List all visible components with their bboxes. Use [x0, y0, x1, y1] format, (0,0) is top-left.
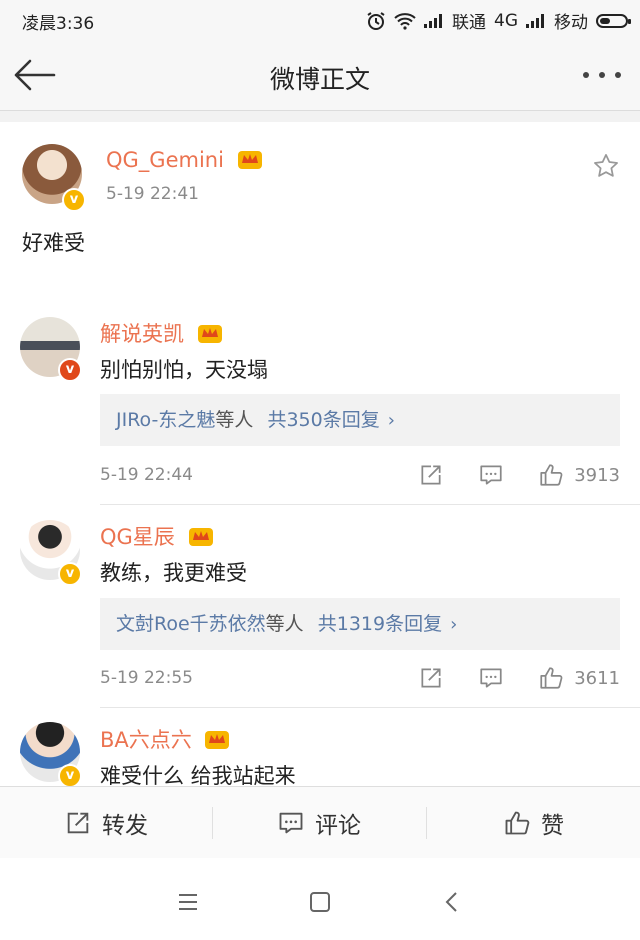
title-bar: 微博正文 — [0, 40, 640, 111]
crown-icon — [205, 731, 230, 749]
alarm-icon — [367, 11, 385, 30]
signal-icon-2 — [526, 13, 544, 28]
share-icon[interactable] — [418, 665, 444, 691]
home-button[interactable] — [300, 882, 340, 922]
like-count: 3611 — [574, 667, 620, 689]
menu-icon — [179, 894, 197, 910]
status-time: 凌晨3:36 — [22, 14, 95, 34]
comment-actions: 3611 — [384, 665, 620, 691]
comment-time: 5-19 22:44 — [100, 465, 193, 485]
comment-actions: 3913 — [384, 462, 620, 488]
comment-text: 别怕别怕，天没塌 — [100, 358, 268, 382]
crown-icon — [197, 325, 222, 343]
signal-icon-1 — [424, 13, 442, 28]
like-icon — [505, 811, 530, 835]
comment-author[interactable]: QG星辰 — [100, 521, 214, 551]
like-count: 3913 — [574, 464, 620, 486]
verified-badge: v — [62, 188, 86, 212]
verified-badge: v — [58, 358, 82, 382]
post-author[interactable]: QG_Gemini — [106, 148, 263, 172]
comment-text: 教练，我更难受 — [100, 561, 247, 585]
reply-summary[interactable]: JIRo-东之魅等人 共350条回复 › — [100, 394, 620, 446]
share-icon[interactable] — [418, 462, 444, 488]
battery-icon — [596, 13, 631, 28]
verified-badge: v — [58, 562, 82, 586]
comment-icon[interactable] — [478, 462, 504, 488]
wifi-icon — [394, 12, 416, 30]
share-icon — [67, 812, 89, 834]
comment-label: 评论 — [315, 813, 361, 839]
like-icon[interactable] — [538, 462, 564, 488]
carrier-1: 联通 — [452, 13, 486, 33]
system-nav-bar — [0, 858, 640, 940]
like-label: 赞 — [541, 813, 564, 839]
back-nav-icon — [445, 892, 457, 912]
star-icon — [594, 154, 618, 177]
status-right: 联通 4G 移动 — [366, 8, 631, 33]
comment-time: 5-19 22:55 — [100, 668, 193, 688]
bottom-action-bar: 转发 评论 赞 — [0, 786, 640, 859]
crown-icon — [188, 528, 213, 546]
chevron-right-icon: › — [387, 410, 395, 431]
comment-author[interactable]: BA六点六 — [100, 724, 230, 754]
home-icon — [310, 892, 330, 912]
comment-author[interactable]: 解说英凯 — [100, 318, 223, 348]
comment-icon — [279, 812, 303, 834]
back-nav-button[interactable] — [432, 882, 472, 922]
comment-icon[interactable] — [478, 665, 504, 691]
divider — [100, 707, 640, 708]
like-button[interactable]: 赞 — [427, 787, 640, 859]
post-text: 好难受 — [22, 231, 85, 255]
status-bar: 凌晨3:36 联通 4G 移动 — [0, 0, 640, 40]
like-icon[interactable] — [538, 665, 564, 691]
post-card: v QG_Gemini 5-19 22:41 好难受 v 解说英凯 别怕别怕，天… — [0, 122, 640, 792]
repost-button[interactable]: 转发 — [0, 787, 212, 859]
menu-button[interactable] — [168, 882, 208, 922]
repost-label: 转发 — [102, 813, 148, 839]
divider — [100, 504, 640, 505]
post-time: 5-19 22:41 — [106, 184, 199, 204]
verified-badge: v — [58, 764, 82, 788]
page-title: 微博正文 — [269, 65, 370, 94]
network-type: 4G — [494, 10, 518, 31]
more-button[interactable] — [580, 56, 624, 92]
crown-icon — [237, 151, 262, 169]
chevron-right-icon: › — [450, 614, 458, 635]
comment-button[interactable]: 评论 — [213, 787, 425, 859]
carrier-2: 移动 — [554, 13, 588, 33]
favorite-button[interactable] — [592, 152, 620, 180]
reply-summary[interactable]: 文尌Roe千苏依然等人 共1319条回复 › — [100, 598, 620, 650]
